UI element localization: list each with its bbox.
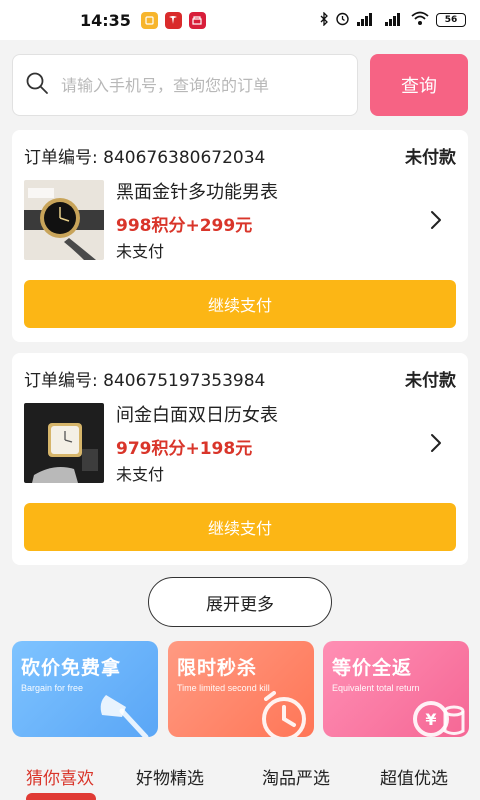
promo-flash-sale[interactable]: 限时秒杀 Time limited second kill: [168, 641, 314, 737]
promo-title: 砍价免费拿: [21, 657, 122, 679]
product-name[interactable]: 黑面金针多功能男表: [116, 180, 278, 206]
promo-title: 等价全返: [332, 657, 413, 679]
tab-value-picks[interactable]: 超值优选: [380, 763, 448, 800]
continue-payment-button[interactable]: 继续支付: [24, 280, 456, 328]
alarm-icon: [335, 11, 350, 29]
chevron-right-icon[interactable]: [424, 208, 448, 232]
search-icon: [25, 71, 49, 99]
axe-icon: [96, 687, 154, 737]
product-price: 979积分+198元: [116, 439, 253, 459]
signal-hd-icon: [356, 11, 378, 29]
status-icons: 56: [319, 10, 466, 29]
status-time: 14:35: [80, 10, 131, 30]
yuan-coins-icon: ¥: [407, 687, 465, 737]
tab-good-picks[interactable]: 好物精选: [136, 763, 204, 800]
payment-state: 未支付: [116, 242, 165, 261]
tesla-app-icon: [164, 11, 182, 29]
query-button[interactable]: 查询: [370, 54, 468, 116]
battery-indicator: 56: [436, 13, 466, 27]
order-card: 订单编号: 840676380672034 未付款 黑面金针多功能男表 998积…: [12, 130, 468, 342]
tab-active-indicator: [26, 793, 96, 800]
product-info: 间金白面双日历女表 979积分+198元 未支付: [116, 403, 278, 487]
chevron-right-icon[interactable]: [424, 431, 448, 455]
status-bar: 14:35 56: [0, 0, 480, 40]
tab-label: 猜你喜欢: [26, 769, 94, 789]
search-box[interactable]: [12, 54, 358, 116]
product-price: 998积分+299元: [116, 216, 253, 236]
category-tabs: 猜你喜欢 好物精选 淘品严选 超值优选: [0, 763, 480, 800]
svg-text:¥: ¥: [425, 710, 436, 729]
continue-payment-button[interactable]: 继续支付: [24, 503, 456, 551]
tab-strict-selection[interactable]: 淘品严选: [262, 763, 330, 800]
product-info: 黑面金针多功能男表 998积分+299元 未支付: [116, 180, 278, 264]
wifi-icon: [410, 11, 430, 29]
order-number: 订单编号: 840675197353984: [24, 370, 266, 391]
order-card: 订单编号: 840675197353984 未付款 间金白面双日历女表 979积…: [12, 353, 468, 565]
order-header: 订单编号: 840676380672034 未付款: [24, 142, 456, 168]
order-search-row: 查询: [12, 54, 468, 116]
order-header: 订单编号: 840675197353984 未付款: [24, 365, 456, 391]
order-status: 未付款: [405, 147, 456, 168]
bank-app-icon: [188, 11, 206, 29]
tab-label: 好物精选: [136, 769, 204, 789]
promo-full-return[interactable]: 等价全返 Equivalent total return ¥: [323, 641, 469, 737]
phone-search-input[interactable]: [61, 75, 341, 95]
product-name[interactable]: 间金白面双日历女表: [116, 403, 278, 429]
order-number: 订单编号: 840676380672034: [24, 147, 266, 168]
promo-bargain[interactable]: 砍价免费拿 Bargain for free: [12, 641, 158, 737]
bluetooth-icon: [319, 10, 329, 29]
tab-label: 超值优选: [380, 769, 448, 789]
payment-state: 未支付: [116, 465, 165, 484]
product-image[interactable]: [24, 403, 104, 483]
signal-icon: [384, 11, 404, 29]
tab-guess-you-like[interactable]: 猜你喜欢: [26, 763, 96, 800]
promo-title: 限时秒杀: [177, 657, 258, 679]
clock-icon: [252, 687, 310, 737]
tab-label: 淘品严选: [262, 769, 330, 789]
notes-app-icon: [140, 11, 158, 29]
order-status: 未付款: [405, 370, 456, 391]
expand-more-button[interactable]: 展开更多: [148, 577, 332, 627]
product-image[interactable]: [24, 180, 104, 260]
